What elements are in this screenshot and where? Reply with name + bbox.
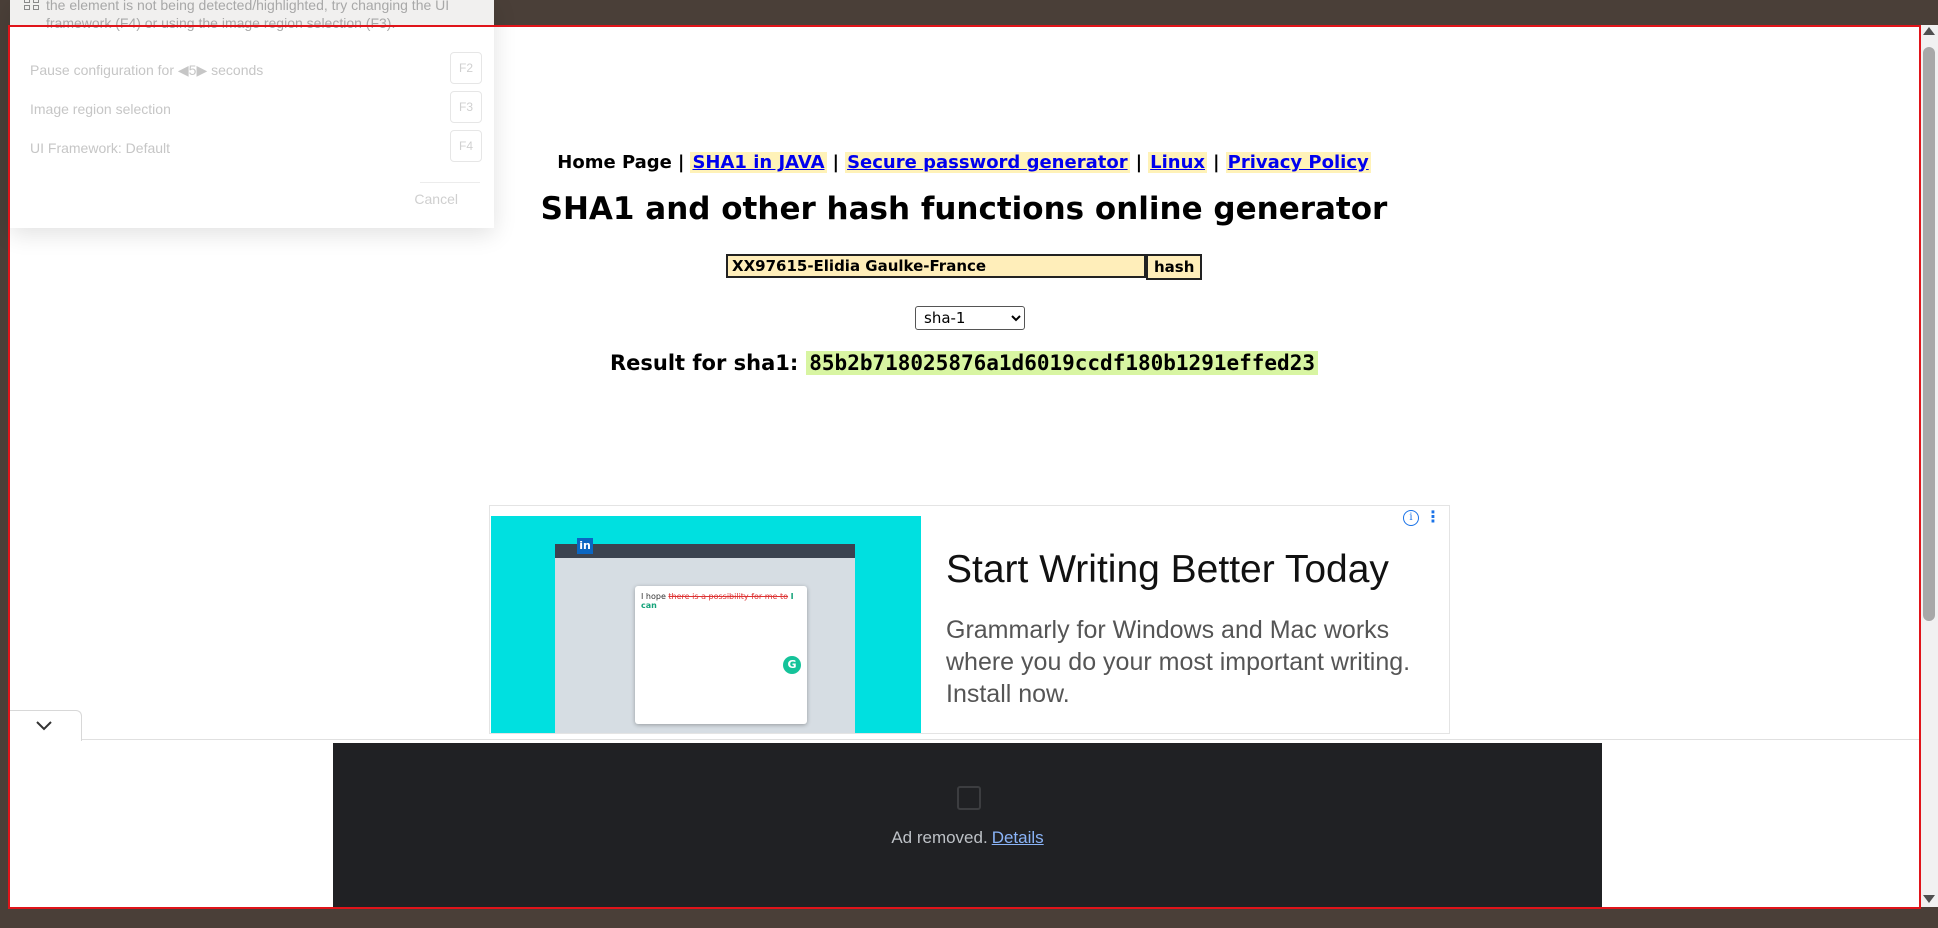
linkedin-logo-icon: in [577,538,593,554]
nav-link-password-generator[interactable]: Secure password generator [845,152,1130,173]
scroll-down-arrow-icon[interactable] [1923,895,1935,903]
ui-framework-row[interactable]: UI Framework: Default [30,140,170,156]
result-label: Result for sha1: [609,351,799,375]
result-hash-value: 85b2b718025876a1d6019ccdf180b1291effed23 [806,351,1318,375]
grid-icon [24,0,40,10]
ad-popup-text: I hope [641,592,666,601]
divider [420,182,480,183]
increment-icon[interactable]: ▶ [196,62,207,78]
nav-separator: | [1135,152,1143,173]
ad-body-text[interactable]: Grammarly for Windows and Mac works wher… [946,614,1426,710]
nav-separator: | [1213,152,1220,173]
removed-ad-panel: Ad removed. Details [333,743,1602,907]
ad-strike-text: there is a possibility for me to [668,592,789,601]
image-region-row[interactable]: Image region selection [30,101,171,117]
nav-link-linux[interactable]: Linux [1148,152,1208,173]
chevron-down-icon [36,721,52,731]
cancel-button[interactable]: Cancel [408,190,464,208]
removed-ad-label: Ad removed. [891,828,988,847]
f2-key[interactable]: F2 [450,52,482,84]
pause-config-row[interactable]: Pause configuration for ◀5▶ seconds [30,62,263,79]
ad-headline[interactable]: Start Writing Better Today [946,548,1389,592]
scrollbar-thumb[interactable] [1923,47,1935,621]
result-line: Result for sha1: 85b2b718025876a1d6019ccd… [8,351,1920,375]
pause-prefix: Pause configuration for [30,62,174,78]
overlay-hint-text: the element is not being detected/highli… [46,0,450,31]
more-vertical-icon[interactable]: ⋮ [1425,509,1441,525]
hash-form: hash [726,254,1203,280]
divider [80,739,1920,740]
f3-key[interactable]: F3 [450,91,482,123]
nav-separator: | [677,152,685,173]
ad-banner[interactable]: in I hope there is a possibility for me … [489,505,1450,734]
collapse-tab[interactable] [8,710,82,741]
ad-image[interactable]: in I hope there is a possibility for me … [491,516,921,733]
ad-placeholder-icon [957,786,981,810]
grammarly-logo-icon: G [783,656,801,674]
automation-overlay-panel: the element is not being detected/highli… [10,0,494,228]
nav-home-page[interactable]: Home Page [557,152,672,173]
nav-separator: | [832,152,840,173]
scroll-up-arrow-icon[interactable] [1923,27,1935,35]
vertical-scrollbar[interactable] [1920,25,1938,907]
nav-link-sha1-java[interactable]: SHA1 in JAVA [690,152,827,173]
removed-ad-details-link[interactable]: Details [992,828,1044,847]
removed-ad-message: Ad removed. Details [333,828,1602,848]
f4-key[interactable]: F4 [450,130,482,162]
info-icon[interactable]: i [1403,510,1419,526]
nav-link-privacy-policy[interactable]: Privacy Policy [1225,152,1371,173]
ad-popup-card: I hope there is a possibility for me to … [635,586,807,724]
algorithm-select[interactable]: sha-1 [915,306,1025,330]
hash-button[interactable]: hash [1146,254,1203,280]
decrement-icon[interactable]: ◀ [178,62,189,78]
pause-suffix: seconds [211,62,264,78]
hash-input[interactable] [726,254,1146,278]
